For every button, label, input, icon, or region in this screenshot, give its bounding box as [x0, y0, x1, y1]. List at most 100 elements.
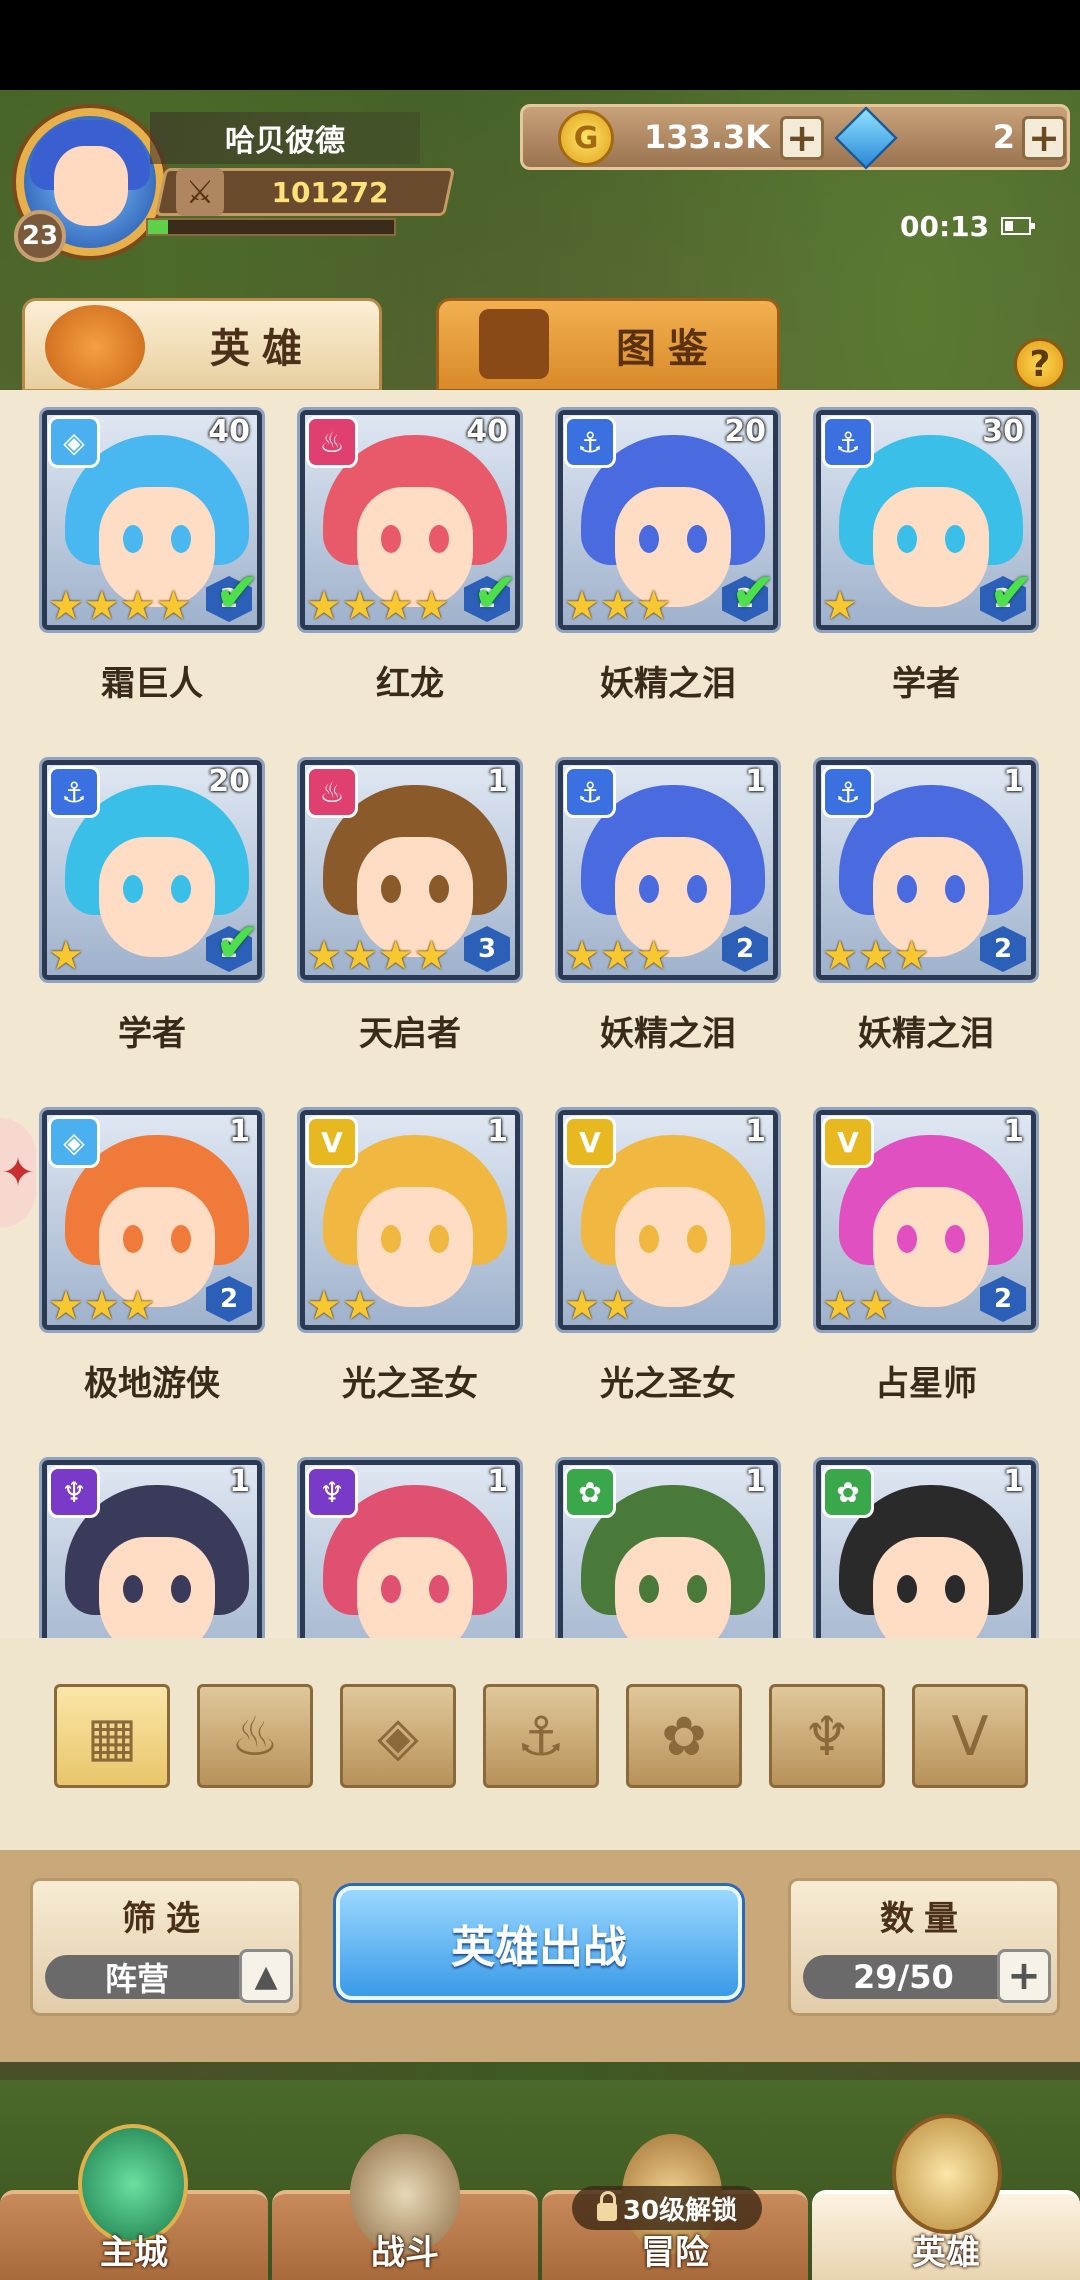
hero-card[interactable]: ⚓ 20 ★ 2 ✔	[42, 760, 262, 980]
filter-grid-button[interactable]: ▦	[54, 1684, 170, 1788]
hero-eye	[171, 525, 191, 553]
lock-text: 30级解锁	[622, 2195, 738, 2226]
hero-card[interactable]: ◈ 1 ★ ★ ★ 2	[42, 1110, 262, 1330]
wing-icon: V	[951, 1704, 989, 1768]
hero-eye	[123, 1575, 143, 1603]
magnifier-icon	[479, 309, 549, 379]
star-icon: ★	[119, 583, 156, 629]
hero-card[interactable]: ✿ 1	[558, 1460, 778, 1638]
clock: 00:13	[900, 206, 1060, 246]
hero-stars: ★	[822, 586, 858, 626]
hero-face	[873, 487, 989, 607]
hero-level: 20	[724, 414, 766, 449]
hero-level: 1	[229, 1464, 250, 1499]
count-value: 29/50	[853, 1958, 954, 1996]
hero-eye	[123, 525, 143, 553]
hero-card[interactable]: ⚓ 1 ★ ★ ★ 2	[558, 760, 778, 980]
star-icon: ★	[377, 583, 414, 629]
hero-card[interactable]: ♆ 1	[42, 1460, 262, 1638]
hero-card[interactable]: ♨ 40 ★ ★ ★ ★ 2 ✔	[300, 410, 520, 630]
count-box: 数量 29/50 +	[788, 1878, 1060, 2016]
hero-eye	[123, 875, 143, 903]
hero-eye	[429, 1225, 449, 1253]
hero-card[interactable]: ◈ 40 ★ ★ ★ ★ 2 ✔	[42, 410, 262, 630]
tab-gallery[interactable]: 图鉴	[436, 298, 780, 392]
deployed-check-icon: ✔	[988, 561, 1034, 624]
filter-toggle-button[interactable]: ▲	[239, 1949, 293, 2003]
deployed-check-icon: ✔	[730, 561, 776, 624]
hero-eye	[945, 875, 965, 903]
hero-level: 1	[1003, 1114, 1024, 1149]
hero-card[interactable]: V 1 ★ ★ 2	[816, 1110, 1036, 1330]
hero-name: 学者	[118, 1014, 186, 1054]
faction-light-icon: V	[306, 1116, 358, 1168]
hero-eye	[687, 875, 707, 903]
hero-eye	[687, 1225, 707, 1253]
nav-heroes[interactable]: 英雄	[812, 2114, 1080, 2280]
filter-wing-button[interactable]: V	[912, 1684, 1028, 1788]
star-icon: ★	[119, 1283, 156, 1329]
hero-stars: ★ ★	[306, 1286, 378, 1326]
star-icon: ★	[413, 583, 450, 629]
deployed-check-icon: ✔	[214, 561, 260, 624]
hero-card[interactable]: V 1 ★ ★	[558, 1110, 778, 1330]
hero-card[interactable]: ✿ 1	[816, 1460, 1036, 1638]
tab-heroes-label: 英雄	[210, 326, 314, 372]
lock-icon	[596, 2191, 617, 2221]
hero-card[interactable]: ⚓ 20 ★ ★ ★ 2 ✔	[558, 410, 778, 630]
deploy-heroes-button[interactable]: 英雄出战	[336, 1886, 742, 2000]
filter-demon-button[interactable]: ♆	[769, 1684, 885, 1788]
hero-eye	[381, 1225, 401, 1253]
hero-eye	[171, 875, 191, 903]
add-gold-button[interactable]: +	[780, 116, 824, 160]
hero-name: 占星师	[875, 1364, 977, 1404]
hero-stars: ★ ★ ★ ★	[306, 936, 449, 976]
star-icon: ★	[306, 1283, 342, 1329]
add-gems-button[interactable]: +	[1022, 116, 1066, 160]
hero-card[interactable]: ♨ 1 ★ ★ ★ ★ 3	[300, 760, 520, 980]
faction-dark-icon: ♆	[48, 1466, 100, 1518]
hero-eye	[639, 875, 659, 903]
adventure-lock-label: 30级解锁	[572, 2186, 762, 2230]
gem-amount: 2	[992, 118, 1015, 156]
hero-stars: ★ ★	[564, 1286, 636, 1326]
expand-capacity-button[interactable]: +	[997, 1949, 1051, 2003]
nav-main-city[interactable]: 主城	[0, 2124, 268, 2280]
faction-dark-icon: ♆	[306, 1466, 358, 1518]
avatar-face	[54, 146, 128, 226]
hero-card[interactable]: ⚓ 30 ★ 2 ✔	[816, 410, 1036, 630]
hero-level: 1	[745, 764, 766, 799]
faction-nature-icon: ✿	[822, 1466, 874, 1518]
hero-level: 1	[1003, 1464, 1024, 1499]
hero-level: 1	[745, 1114, 766, 1149]
faction-ice-icon: ◈	[48, 416, 100, 468]
hero-face	[99, 1537, 215, 1638]
hero-face	[873, 1537, 989, 1638]
player-power: 101272	[271, 175, 389, 209]
hero-eye	[429, 525, 449, 553]
filter-flame-button[interactable]: ♨	[197, 1684, 313, 1788]
hero-card[interactable]: ♆ 1	[300, 1460, 520, 1638]
hero-face	[615, 1537, 731, 1638]
tab-heroes[interactable]: 英雄	[22, 298, 382, 392]
hero-crest-icon	[892, 2114, 1002, 2234]
nav-battle[interactable]: 战斗	[272, 2134, 538, 2280]
filter-anchor-button[interactable]: ⚓	[483, 1684, 599, 1788]
hero-name: 妖精之泪	[600, 1014, 736, 1054]
star-icon: ★	[599, 1283, 636, 1329]
hero-card[interactable]: ⚓ 1 ★ ★ ★ 2	[816, 760, 1036, 980]
filter-diamond-button[interactable]: ◈	[340, 1684, 456, 1788]
hero-level: 40	[208, 414, 250, 449]
filter-beast-button[interactable]: ✿	[626, 1684, 742, 1788]
star-icon: ★	[341, 1283, 378, 1329]
tab-gallery-label: 图鉴	[616, 326, 720, 372]
demon-icon: ♆	[802, 1704, 852, 1768]
helmet-icon	[45, 305, 145, 389]
hero-card[interactable]: V 1 ★ ★	[300, 1110, 520, 1330]
help-button[interactable]: ?	[1014, 338, 1066, 390]
hero-stars: ★ ★ ★	[564, 586, 672, 626]
hero-eye	[429, 875, 449, 903]
hero-face	[99, 837, 215, 957]
xp-fill	[148, 220, 168, 234]
grid-icon: ▦	[86, 1704, 138, 1768]
